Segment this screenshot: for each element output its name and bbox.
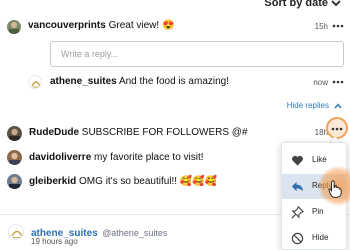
menu-item-hide[interactable]: Hide <box>282 226 346 250</box>
avatar[interactable] <box>7 174 22 189</box>
reply-athene-suites: athene_suites And the food is amazing! n… <box>0 72 350 94</box>
reply-icon <box>291 181 304 192</box>
comment-username[interactable]: vancouverprints <box>28 20 106 31</box>
more-options-icon[interactable] <box>330 126 344 132</box>
comment-username[interactable]: gleiberkid <box>29 176 76 187</box>
hide-icon <box>291 232 304 245</box>
heart-icon <box>292 155 303 166</box>
comment-username[interactable]: athene_suites <box>50 76 117 87</box>
hand-cursor-icon <box>328 180 342 198</box>
reply-field[interactable] <box>50 41 344 67</box>
sort-label[interactable]: Sort by date <box>264 0 328 9</box>
more-options-icon[interactable] <box>331 79 345 85</box>
comment-text: SUBSCRIBE FOR FOLLOWERS @# <box>81 127 248 138</box>
menu-item-label: Like <box>312 155 327 164</box>
sort-bar[interactable]: Sort by date <box>0 0 350 14</box>
avatar[interactable] <box>7 20 21 34</box>
comment-text: Great view! 😍 <box>108 20 175 31</box>
menu-item-label: Hide <box>312 233 329 242</box>
reply-input[interactable] <box>51 42 343 66</box>
comment-text: my favorite place to visit! <box>94 152 204 163</box>
pin-icon <box>291 206 304 219</box>
comment-username[interactable]: RudeDude <box>29 127 79 138</box>
avatar[interactable] <box>7 150 22 165</box>
chevron-down-icon[interactable] <box>330 0 342 8</box>
profile-time: 19 hours ago <box>31 237 78 246</box>
avatar[interactable] <box>7 126 22 141</box>
comment-username[interactable]: davidoliverre <box>29 152 91 163</box>
profile-handle: @athene_suites <box>102 228 168 238</box>
more-options-icon[interactable] <box>331 23 345 29</box>
hide-replies-link[interactable]: Hide replies <box>287 101 329 110</box>
avatar[interactable] <box>8 224 24 240</box>
menu-item-label: Pin <box>312 207 324 216</box>
comment-text: OMG it's so beautiful!! 🥰🥰🥰 <box>79 176 218 187</box>
chevron-up-icon[interactable] <box>333 102 343 110</box>
avatar[interactable] <box>28 75 42 89</box>
comment-time: 15h <box>314 22 328 31</box>
comment-text: And the food is amazing! <box>118 76 230 87</box>
comment-time: now <box>313 78 328 87</box>
comment-vancouverprints: vancouverprints Great view! 😍 15h <box>0 15 350 37</box>
